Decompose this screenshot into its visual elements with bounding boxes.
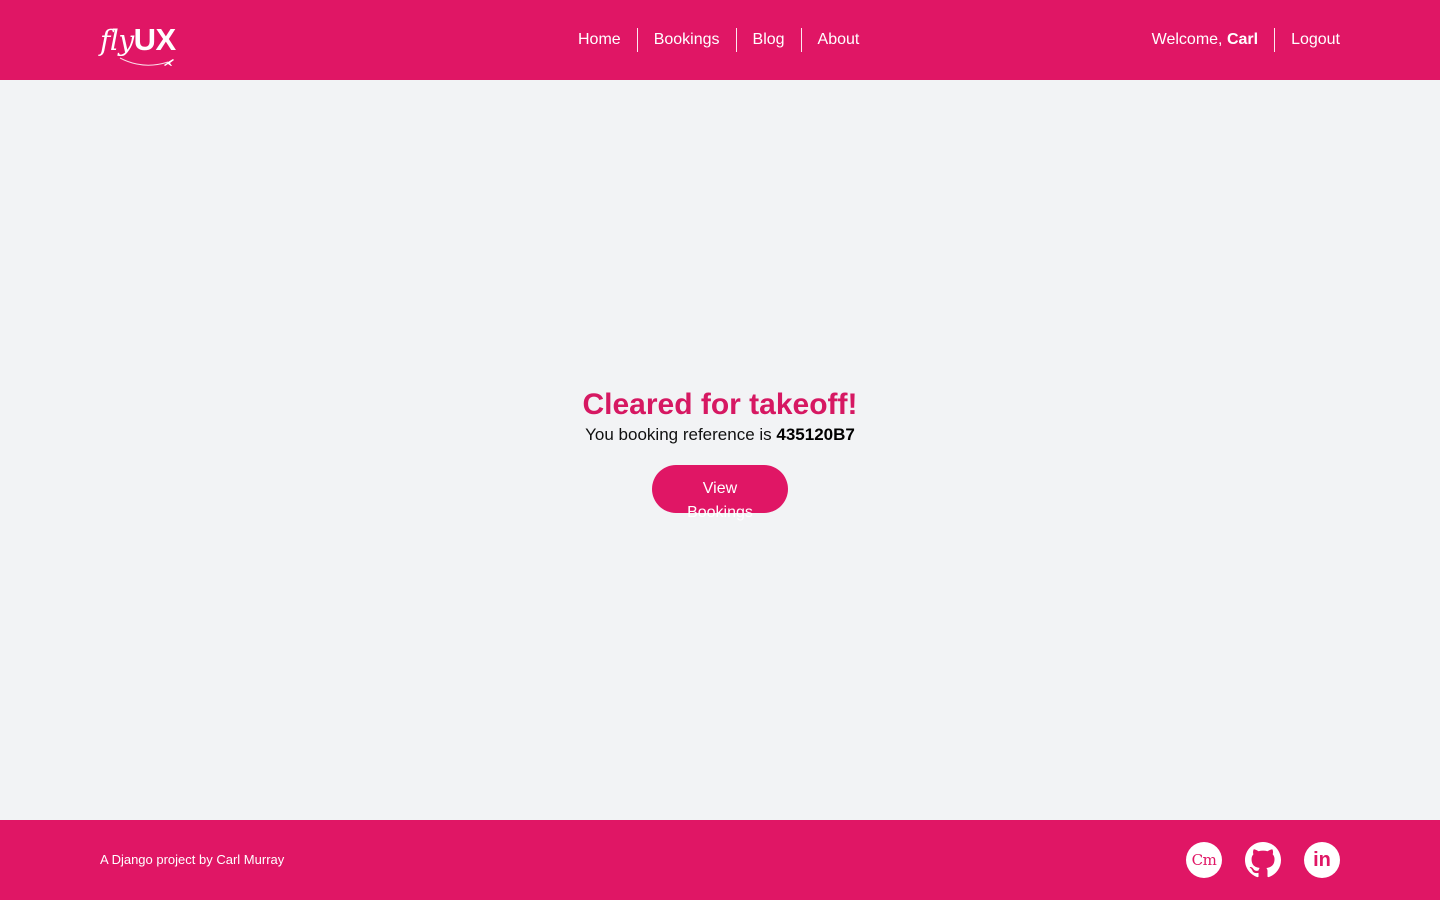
linkedin-icon: in <box>1313 848 1331 871</box>
page-title: Cleared for takeoff! <box>582 388 858 421</box>
portfolio-icon: Cm <box>1191 851 1217 869</box>
nav-home[interactable]: Home <box>562 28 637 52</box>
nav-about[interactable]: About <box>800 28 876 52</box>
logout-link[interactable]: Logout <box>1274 28 1340 52</box>
welcome-message: Welcome, Carl <box>1151 31 1259 48</box>
nav-blog[interactable]: Blog <box>735 28 801 52</box>
github-icon <box>1245 842 1281 878</box>
plane-icon <box>119 57 174 66</box>
site-footer: A Django project by Carl Murray Cm in <box>0 820 1440 900</box>
main-nav: Home Bookings Blog About <box>562 28 875 52</box>
confirmation-panel: Cleared for takeoff! You booking referen… <box>0 80 1440 820</box>
author-link[interactable]: Carl Murray <box>216 852 284 867</box>
nav-bookings[interactable]: Bookings <box>636 28 736 52</box>
site-header: flyUX Home Bookings Blog About Welcome, … <box>0 0 1440 80</box>
booking-reference-code: 435120B7 <box>776 425 855 444</box>
user-area: Welcome, Carl Logout <box>1152 28 1340 52</box>
social-links: Cm in <box>1186 842 1340 878</box>
view-bookings-button[interactable]: View Bookings <box>652 465 788 521</box>
user-name: Carl <box>1226 31 1259 48</box>
booking-reference-text: You booking reference is 435120B7 <box>585 425 855 444</box>
portfolio-link[interactable]: Cm <box>1186 842 1222 878</box>
logo-link[interactable]: flyUX <box>100 20 190 70</box>
footer-credit: A Django project by Carl Murray <box>100 852 285 867</box>
linkedin-link[interactable]: in <box>1304 842 1340 878</box>
github-link[interactable] <box>1245 842 1281 878</box>
